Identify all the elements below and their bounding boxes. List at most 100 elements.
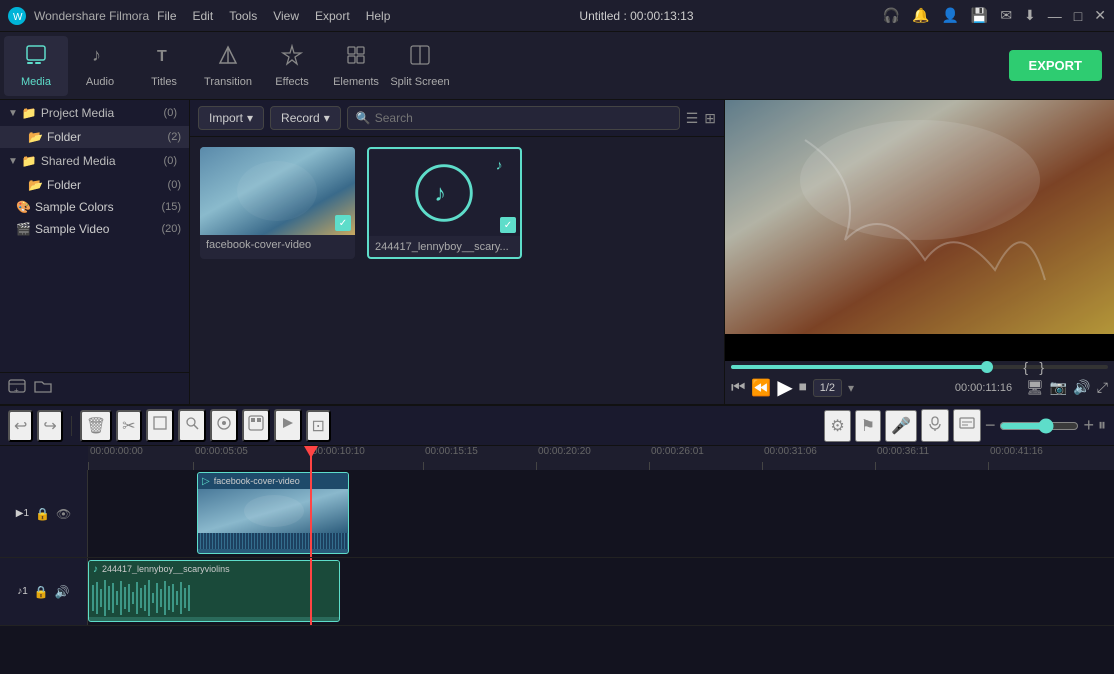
audio-track-area[interactable]: ♪ 244417_lennyboy__scaryviolins — [88, 558, 1114, 625]
minimize-button[interactable]: — — [1048, 8, 1062, 24]
audio-lock-icon[interactable]: 🔒 — [34, 585, 49, 599]
media-icon — [25, 44, 47, 72]
undo-button[interactable]: ↩ — [8, 410, 33, 442]
toolbar-elements[interactable]: Elements — [324, 36, 388, 96]
search-box[interactable]: 🔍 — [347, 106, 680, 130]
timeline-ruler[interactable]: 00:00:00:00 00:00:05:05 00:00:10:10 00:0… — [88, 446, 1114, 470]
zoom-slider[interactable] — [999, 418, 1079, 434]
in-point-marker[interactable]: { — [1023, 359, 1028, 375]
grid-view-icon[interactable]: ⊞ — [704, 110, 716, 127]
toolbar-titles[interactable]: T Titles — [132, 36, 196, 96]
play-button[interactable]: ▶ — [777, 375, 792, 400]
toolbar-transition[interactable]: Transition — [196, 36, 260, 96]
screenshot-icon[interactable]: 📷 — [1050, 379, 1067, 396]
volume-icon[interactable]: 🔊 — [1073, 379, 1090, 396]
audio-clip-name: 244417_lennyboy__scaryviolins — [102, 564, 230, 574]
pause-all-button[interactable]: ⏸ — [1098, 417, 1106, 435]
cut-button[interactable]: ✂ — [116, 410, 141, 442]
record-button[interactable]: Record ▾ — [270, 106, 341, 130]
timeline-zoom-controls: ⚙ ⚑ 🎤 − + ⏸ — [824, 409, 1106, 442]
menu-export[interactable]: Export — [315, 9, 350, 23]
redo-button[interactable]: ↪ — [37, 410, 62, 442]
preview-progress-thumb[interactable] — [981, 361, 993, 373]
voice-icon[interactable] — [921, 409, 949, 442]
download-icon[interactable]: ⬇ — [1024, 7, 1036, 24]
mail-icon[interactable]: ✉ — [1000, 7, 1012, 24]
speed-selector[interactable]: 1/2 — [813, 379, 842, 397]
preview-extra-controls: 🖥 📷 🔊 ⤢ — [1026, 379, 1108, 396]
audio-volume-icon[interactable]: 🔊 — [55, 585, 70, 599]
sample-video-item[interactable]: 🎬 Sample Video (20) — [0, 218, 189, 240]
speed-edit-button[interactable] — [274, 409, 302, 442]
transform-button[interactable]: ⊡ — [306, 410, 331, 442]
toolbar-splitscreen[interactable]: Split Screen — [388, 36, 452, 96]
project-media-folder[interactable]: 📂 Folder (2) — [0, 126, 189, 148]
delete-button[interactable]: 🗑 — [80, 410, 112, 442]
audio-clip[interactable]: ♪ 244417_lennyboy__scaryviolins — [88, 560, 340, 622]
headphones-icon[interactable]: 🎧 — [883, 7, 900, 24]
toolbar-media[interactable]: Media — [4, 36, 68, 96]
shared-media-folder[interactable]: 📂 Folder (0) — [0, 174, 189, 196]
export-button[interactable]: EXPORT — [1009, 50, 1102, 81]
menu-view[interactable]: View — [273, 9, 299, 23]
zoom-out-button[interactable]: − — [985, 415, 996, 436]
new-folder-icon[interactable] — [34, 377, 52, 400]
search-icon: 🔍 — [356, 111, 371, 125]
step-back-button[interactable]: ⏮ — [731, 379, 745, 397]
panel-bottom-bar: + — [0, 372, 189, 404]
out-point-marker[interactable]: } — [1039, 359, 1044, 375]
import-button[interactable]: Import ▾ — [198, 106, 264, 130]
filter-icon[interactable]: ☰ — [686, 110, 699, 127]
preview-video-area — [725, 100, 1114, 361]
fullscreen-icon[interactable]: ⤢ — [1097, 379, 1108, 396]
record-audio-icon[interactable]: 🎤 — [885, 410, 917, 442]
toolbar-effects[interactable]: Effects — [260, 36, 324, 96]
zoom-in-button[interactable]: + — [1083, 415, 1094, 436]
video-track-row: ▶1 🔒 👁 ▷ facebook-cover-video — [0, 470, 1114, 558]
ruler-mark-8: 00:00:41:16 — [988, 446, 1043, 457]
audio-clip-header: ♪ 244417_lennyboy__scaryviolins — [89, 561, 339, 577]
user-icon[interactable]: 👤 — [941, 7, 958, 24]
import-arrow-icon: ▾ — [247, 111, 253, 125]
project-media-header[interactable]: ▼ 📁 Project Media (0) — [0, 100, 189, 126]
settings-icon[interactable]: ⚙ — [824, 410, 850, 442]
flag-icon[interactable]: ⚑ — [855, 410, 881, 442]
add-folder-icon[interactable]: + — [8, 377, 26, 400]
svg-text:♪: ♪ — [92, 45, 101, 65]
menu-help[interactable]: Help — [366, 9, 391, 23]
menu-edit[interactable]: Edit — [193, 9, 214, 23]
zoom-button[interactable] — [178, 409, 206, 442]
splitscreen-icon — [409, 44, 431, 72]
save-icon[interactable]: 💾 — [971, 7, 988, 24]
shared-media-header[interactable]: ▼ 📁 Shared Media (0) — [0, 148, 189, 174]
video-clip[interactable]: ▷ facebook-cover-video — [197, 472, 349, 554]
menu-tools[interactable]: Tools — [229, 9, 257, 23]
crop-button[interactable] — [146, 409, 174, 442]
media-item-facebook-video[interactable]: ✓ facebook-cover-video — [200, 147, 355, 259]
speed-arrow[interactable]: ▾ — [848, 381, 854, 395]
color-button[interactable] — [242, 409, 270, 442]
frame-back-button[interactable]: ⏪ — [751, 378, 771, 398]
external-monitor-icon[interactable]: 🖥 — [1026, 379, 1044, 396]
search-input[interactable] — [375, 111, 671, 125]
video-track-area[interactable]: ▷ facebook-cover-video — [88, 470, 1114, 557]
waveform-visual — [198, 533, 348, 549]
lock-icon[interactable]: 🔒 — [35, 507, 50, 521]
media-item-audio[interactable]: ♪ ♪ ✓ 244417_lennyboy__scary... — [367, 147, 522, 259]
alert-icon[interactable]: 🔔 — [912, 7, 929, 24]
shared-media-title: Shared Media — [41, 154, 164, 168]
sample-colors-item[interactable]: 🎨 Sample Colors (15) — [0, 196, 189, 218]
pan-zoom-button[interactable] — [210, 409, 238, 442]
menu-file[interactable]: File — [157, 9, 176, 23]
stop-button[interactable]: ⏹ — [799, 379, 807, 397]
preview-progress-bar[interactable]: { } — [731, 365, 1108, 369]
preview-controls: { } ⏮ ⏪ ▶ ⏹ 1/2 ▾ 00:00:11:16 🖥 📷 🔊 ⤢ — [725, 361, 1114, 404]
ruler-mark-5: 00:00:26:01 — [649, 446, 704, 457]
toolbar-audio[interactable]: ♪ Audio — [68, 36, 132, 96]
eye-icon[interactable]: 👁 — [56, 507, 71, 521]
maximize-button[interactable]: □ — [1074, 8, 1082, 24]
close-button[interactable]: ✕ — [1094, 7, 1106, 24]
scissors-icon[interactable]: ✂ — [300, 620, 315, 625]
subtitle-icon[interactable] — [953, 409, 981, 442]
preview-buttons: ⏮ ⏪ ▶ ⏹ 1/2 ▾ 00:00:11:16 🖥 📷 🔊 ⤢ — [731, 375, 1108, 400]
